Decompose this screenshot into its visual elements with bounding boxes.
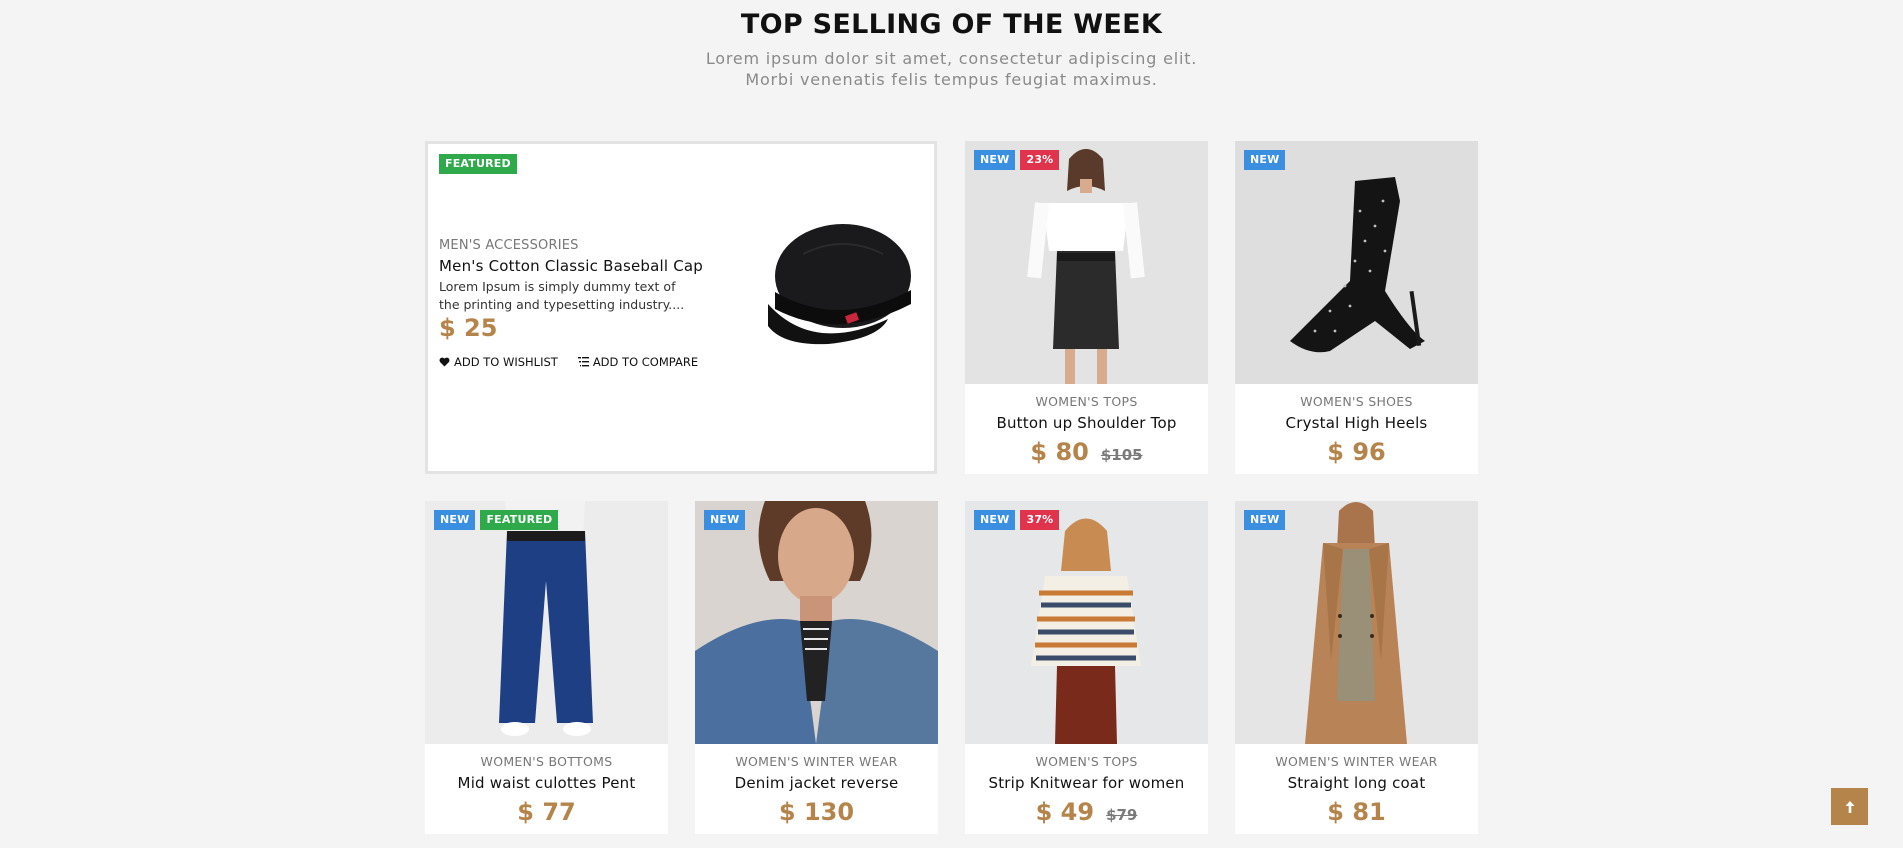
product-card[interactable]: NEW 37% WOMEN'S TOPS Strip Knitwear for …	[965, 501, 1208, 834]
scroll-to-top-button[interactable]	[1831, 788, 1868, 825]
price-row: $ 77	[425, 797, 668, 831]
product-image[interactable]	[1235, 501, 1478, 744]
product-old-price: $79	[1106, 806, 1138, 824]
product-card[interactable]: NEW WOMEN'S WINTER WEAR Straight long co…	[1235, 501, 1478, 834]
product-info: WOMEN'S WINTER WEAR Straight long coat $…	[1235, 744, 1478, 834]
product-price: $ 25	[439, 314, 498, 342]
product-name[interactable]: Button up Shoulder Top	[965, 414, 1208, 433]
new-badge: NEW	[704, 510, 746, 530]
product-name[interactable]: Denim jacket reverse	[695, 774, 938, 793]
badges: NEW	[704, 510, 746, 530]
product-card[interactable]: NEW 23% WOMEN'S TOPS Button up Shoulder …	[965, 141, 1208, 474]
product-category: WOMEN'S BOTTOMS	[480, 754, 613, 769]
product-name[interactable]: Mid waist culottes Pent	[425, 774, 668, 793]
product-category: WOMEN'S WINTER WEAR	[735, 754, 898, 769]
section-title: TOP SELLING OF THE WEEK	[740, 9, 1163, 40]
product-price: $ 81	[1327, 798, 1386, 826]
product-info: WOMEN'S TOPS Strip Knitwear for women $ …	[965, 744, 1208, 834]
product-price: $ 77	[517, 798, 576, 826]
product-card[interactable]: NEW WOMEN'S WINTER WEAR Denim jacket rev…	[695, 501, 938, 834]
list-icon	[577, 357, 589, 367]
section-subtitle: Lorem ipsum dolor sit amet, consectetur …	[0, 48, 1903, 90]
product-category: WOMEN'S TOPS	[1035, 754, 1138, 769]
product-name[interactable]: Straight long coat	[1235, 774, 1478, 793]
baseball-cap-image[interactable]	[728, 214, 928, 364]
product-image[interactable]	[425, 501, 668, 744]
new-badge: NEW	[434, 510, 476, 530]
price-row: $ 49 $79	[965, 797, 1208, 831]
badges: NEW FEATURED	[434, 510, 559, 530]
product-name[interactable]: Crystal High Heels	[1235, 414, 1478, 433]
product-old-price: $105	[1100, 446, 1143, 464]
featured-badge: FEATURED	[439, 154, 517, 174]
product-image[interactable]	[695, 501, 938, 744]
subtitle-line-2: Morbi venenatis felis tempus feugiat max…	[745, 70, 1158, 89]
badges: NEW	[1244, 150, 1286, 170]
price-row: $ 81	[1235, 797, 1478, 831]
product-price: $ 49	[1035, 798, 1095, 826]
compare-label: ADD TO COMPARE	[592, 355, 699, 369]
product-category: WOMEN'S WINTER WEAR	[1275, 754, 1438, 769]
price-row: $ 96	[1235, 437, 1478, 471]
product-price: $ 96	[1327, 438, 1386, 466]
badges: NEW	[1244, 510, 1286, 530]
product-info: WOMEN'S BOTTOMS Mid waist culottes Pent …	[425, 744, 668, 834]
subtitle-line-1: Lorem ipsum dolor sit amet, consectetur …	[705, 49, 1198, 68]
add-to-compare-button[interactable]: ADD TO COMPARE	[577, 355, 699, 369]
featured-badge: FEATURED	[480, 510, 559, 530]
price-row: $ 80 $105	[965, 437, 1208, 471]
product-name[interactable]: Men's Cotton Classic Baseball Cap	[439, 257, 703, 275]
description-line-1: Lorem Ipsum is simply dummy text of	[439, 279, 676, 294]
product-info: WOMEN'S TOPS Button up Shoulder Top $ 80…	[965, 384, 1208, 474]
badges: NEW 23%	[974, 150, 1060, 170]
product-image[interactable]	[965, 501, 1208, 744]
price-row: $ 130	[695, 797, 938, 831]
product-category: WOMEN'S SHOES	[1300, 394, 1413, 409]
new-badge: NEW	[974, 510, 1016, 530]
product-price: $ 130	[778, 798, 855, 826]
badges: FEATURED	[439, 154, 517, 174]
discount-badge: 23%	[1020, 150, 1060, 170]
product-info: WOMEN'S SHOES Crystal High Heels $ 96	[1235, 384, 1478, 474]
description-line-2: the printing and typesetting industry...…	[439, 297, 685, 312]
new-badge: NEW	[1244, 510, 1286, 530]
heart-icon	[439, 357, 450, 367]
product-category: MEN'S ACCESSORIES	[439, 238, 579, 253]
new-badge: NEW	[974, 150, 1016, 170]
product-description: Lorem Ipsum is simply dummy text of the …	[439, 278, 699, 314]
product-card[interactable]: NEW WOMEN'S SHOES Crystal High Heels $ 9…	[1235, 141, 1478, 474]
discount-badge: 37%	[1020, 510, 1060, 530]
product-category: WOMEN'S TOPS	[1035, 394, 1138, 409]
add-to-wishlist-button[interactable]: ADD TO WISHLIST	[439, 355, 558, 369]
featured-product-card[interactable]: FEATURED MEN'S ACCESSORIES Men's Cotton …	[425, 141, 937, 474]
arrow-up-icon	[1845, 800, 1854, 813]
new-badge: NEW	[1244, 150, 1286, 170]
product-info: WOMEN'S WINTER WEAR Denim jacket reverse…	[695, 744, 938, 834]
product-image[interactable]	[965, 141, 1208, 384]
product-card[interactable]: NEW FEATURED WOMEN'S BOTTOMS Mid waist c…	[425, 501, 668, 834]
section-heading: TOP SELLING OF THE WEEK Lorem ipsum dolo…	[0, 8, 1903, 90]
product-price: $ 80	[1030, 438, 1089, 466]
badges: NEW 37%	[974, 510, 1060, 530]
product-name[interactable]: Strip Knitwear for women	[965, 774, 1208, 793]
wishlist-label: ADD TO WISHLIST	[454, 355, 558, 369]
product-actions: ADD TO WISHLIST ADD TO COMPARE	[439, 355, 698, 369]
product-image[interactable]	[1235, 141, 1478, 384]
